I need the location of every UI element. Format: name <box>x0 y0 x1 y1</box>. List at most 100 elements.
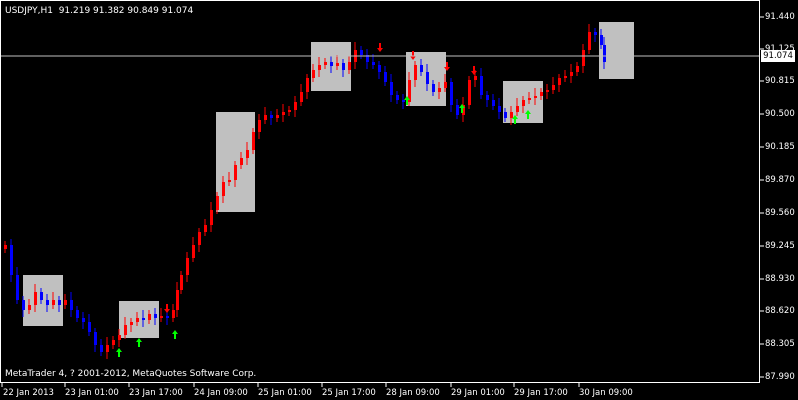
buy-arrow-icon <box>172 330 178 339</box>
candle-body <box>70 300 73 310</box>
candle-body <box>136 318 139 322</box>
candle-body <box>300 92 303 102</box>
candle-body <box>166 316 169 318</box>
candle-body <box>558 78 561 85</box>
candle-body <box>28 305 31 310</box>
candle-body <box>16 275 19 300</box>
candle-body <box>234 165 237 180</box>
candle-body <box>372 62 375 65</box>
candle-body <box>378 65 381 72</box>
candle-body <box>396 95 399 100</box>
candle-body <box>582 50 585 66</box>
sell-arrow-icon <box>471 66 477 75</box>
candle-body <box>10 245 13 275</box>
candle-body <box>318 65 321 70</box>
candle-body <box>204 225 207 232</box>
y-tick-label: 87.990 <box>765 372 795 382</box>
y-tick-label: 88.930 <box>765 274 795 284</box>
candle-body <box>264 115 267 120</box>
candle-body <box>534 96 537 98</box>
candle-body <box>570 72 573 76</box>
candle-body <box>40 292 43 300</box>
candle-body <box>390 82 393 95</box>
x-tick-label: 24 Jan 09:00 <box>194 388 248 398</box>
candle-body <box>246 150 249 158</box>
candle-body <box>528 98 531 100</box>
candle-body <box>588 32 591 50</box>
y-tick-label: 88.305 <box>765 339 795 349</box>
candle-body <box>336 63 339 66</box>
candle-body <box>270 115 273 118</box>
candle-body <box>106 345 109 352</box>
y-tick-label: 90.185 <box>765 142 795 152</box>
candle-body <box>468 80 471 105</box>
candle-body <box>154 314 157 318</box>
candle-body <box>180 275 183 290</box>
y-tick-label: 89.560 <box>765 208 795 218</box>
y-tick-label: 89.245 <box>765 241 795 251</box>
candle-body <box>34 292 37 305</box>
candle-body <box>384 72 387 82</box>
symbol-header: USDJPY,H1 91.219 91.382 90.849 91.074 <box>5 6 194 16</box>
candle-body <box>186 258 189 275</box>
candle-body <box>312 70 315 78</box>
x-tick-label: 28 Jan 09:00 <box>386 388 440 398</box>
candle-body <box>552 85 555 90</box>
candle-body <box>100 345 103 352</box>
x-tick-label: 22 Jan 2013 <box>3 388 54 398</box>
candle-body <box>276 115 279 118</box>
candle-body <box>522 100 525 106</box>
copyright-label: MetaTrader 4, ? 2001-2012, MetaQuotes So… <box>5 369 257 379</box>
y-tick-label: 91.440 <box>765 12 795 22</box>
candle-body <box>498 106 501 112</box>
x-tick-label: 30 Jan 09:00 <box>579 388 633 398</box>
sell-arrow-icon <box>164 304 170 313</box>
candle-body <box>46 300 49 305</box>
x-tick-label: 29 Jan 17:00 <box>514 388 568 398</box>
chart-window[interactable]: USDJPY,H1 91.219 91.382 90.849 91.074 Me… <box>0 0 798 400</box>
candle-body <box>603 45 606 62</box>
candle-body <box>426 72 429 84</box>
candle-body <box>414 65 417 80</box>
candle-body <box>64 300 67 305</box>
candle-body <box>88 322 91 332</box>
candle-body <box>76 310 79 318</box>
candle-body <box>306 78 309 92</box>
plot-frame <box>0 0 760 383</box>
candle-body <box>22 300 25 310</box>
candle-body <box>82 318 85 322</box>
candle-body <box>438 88 441 92</box>
candle-body <box>492 100 495 106</box>
candle-body <box>600 35 603 45</box>
candle-body <box>456 105 459 115</box>
y-tick-label: 90.500 <box>765 109 795 119</box>
candle-body <box>294 102 297 110</box>
candle-body <box>148 314 151 320</box>
buy-arrow-icon <box>116 348 122 357</box>
candle-body <box>324 62 327 65</box>
price-plot[interactable] <box>0 0 798 400</box>
candle-body <box>450 82 453 105</box>
candle-body <box>516 106 519 112</box>
candle-body <box>342 63 345 70</box>
candle-body <box>142 318 145 320</box>
candle-body <box>444 82 447 88</box>
candle-body <box>124 325 127 335</box>
y-tick-label: 90.815 <box>765 76 795 86</box>
current-price-tag: 91.074 <box>761 50 795 62</box>
candle-body <box>240 158 243 165</box>
x-tick-label: 29 Jan 01:00 <box>451 388 505 398</box>
candle-body <box>348 62 351 70</box>
y-tick-label: 89.870 <box>765 175 795 185</box>
y-tick-label: 88.620 <box>765 306 795 316</box>
candle-body <box>480 76 483 95</box>
candle-body <box>258 120 261 132</box>
candle-body <box>486 95 489 100</box>
x-tick-label: 23 Jan 17:00 <box>129 388 183 398</box>
candle-body <box>288 110 291 112</box>
buy-arrow-icon <box>136 338 142 347</box>
candle-body <box>4 245 7 249</box>
candle-body <box>228 180 231 182</box>
candle-body <box>222 182 225 196</box>
candle-body <box>118 335 121 340</box>
